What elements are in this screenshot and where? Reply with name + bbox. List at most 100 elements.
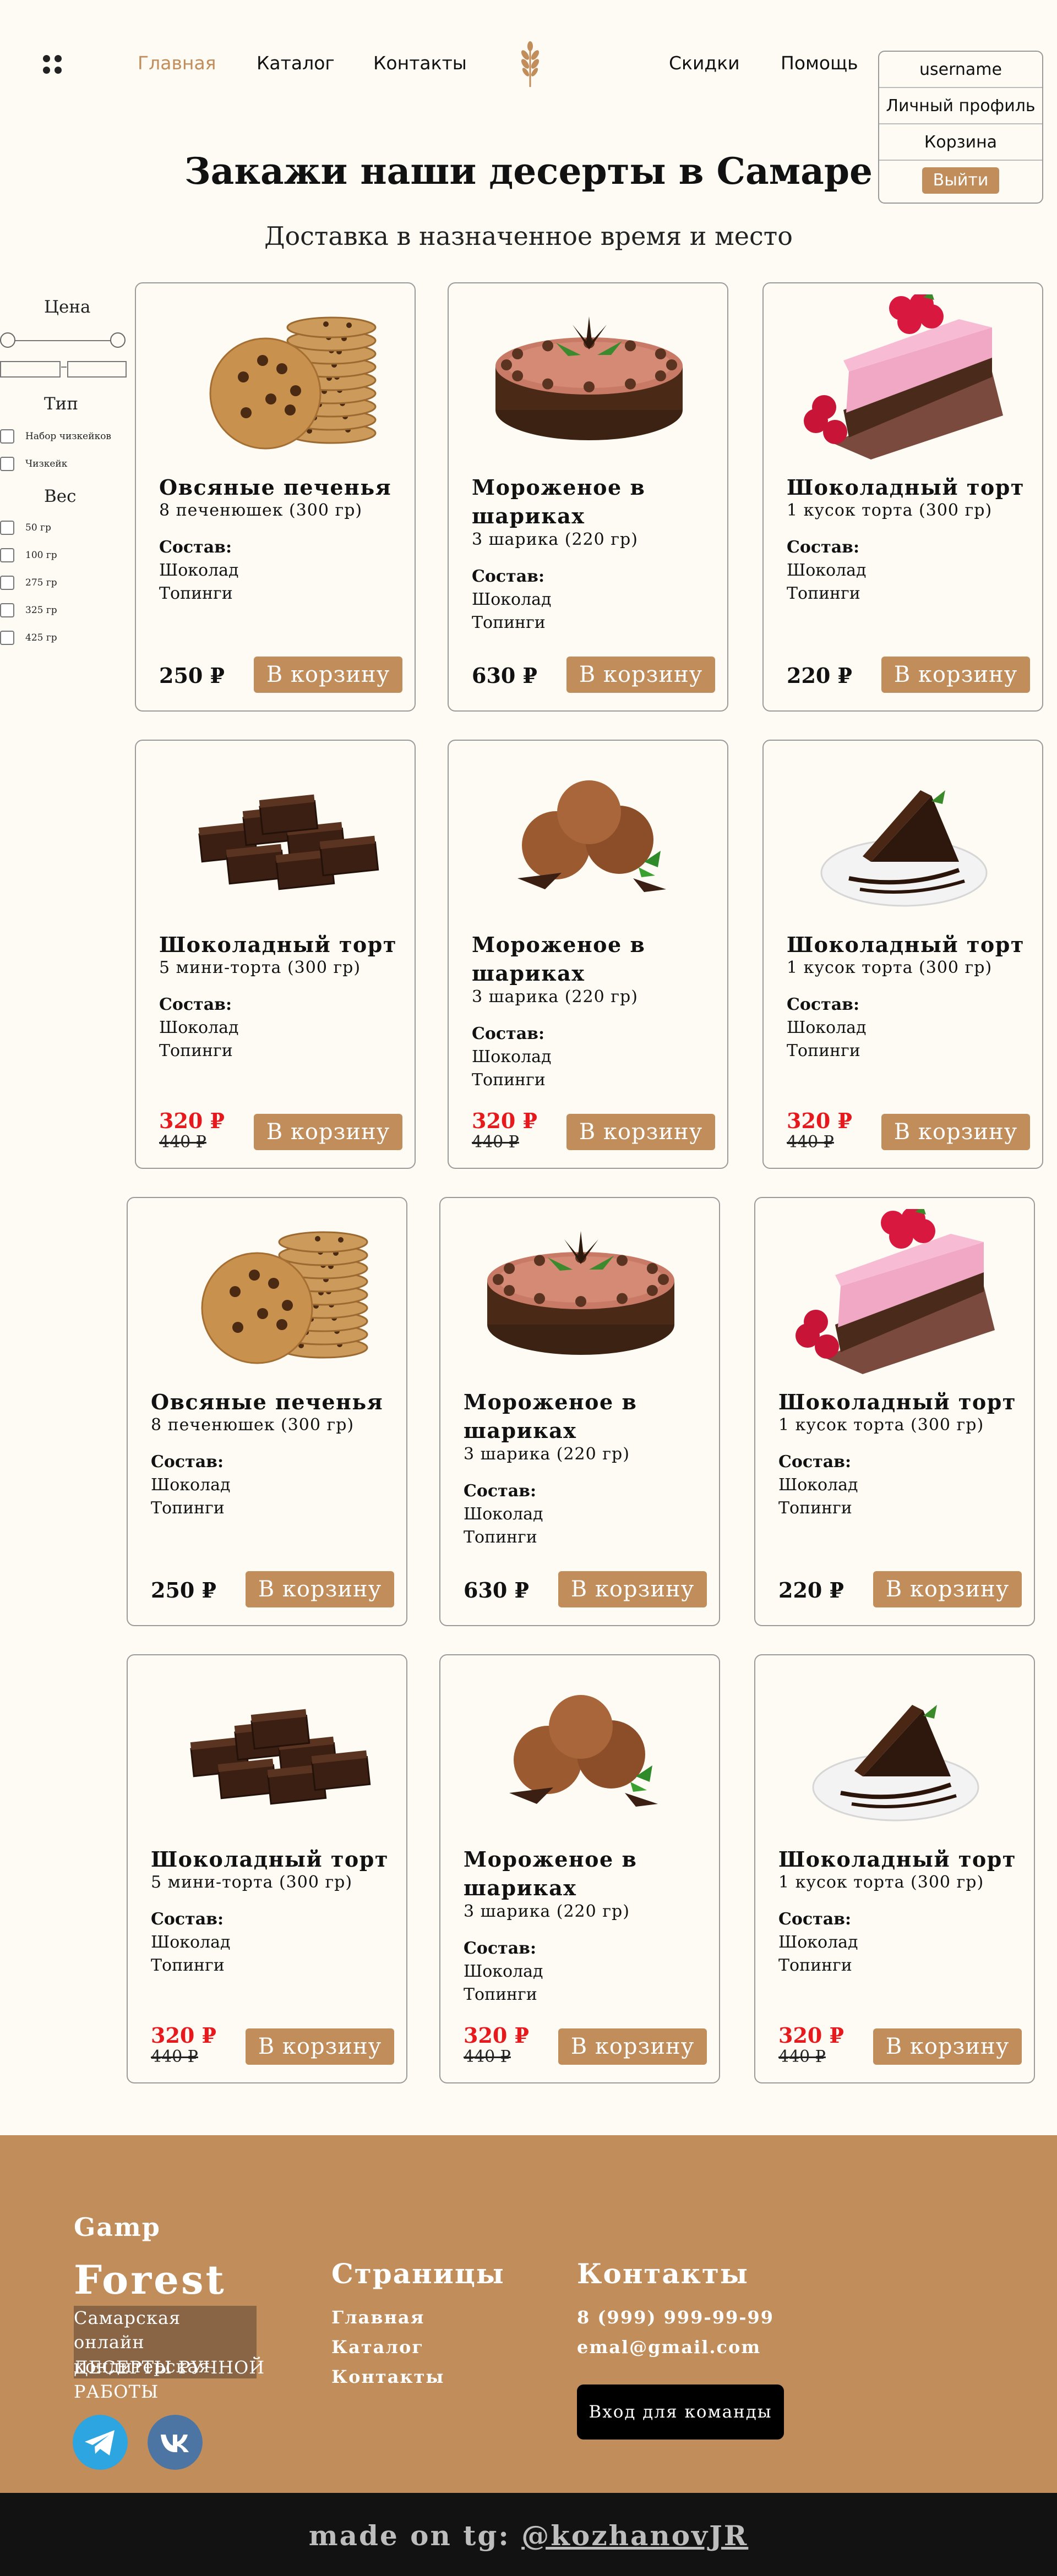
footer-contacts-heading: Контакты (577, 2257, 749, 2290)
round-cake-image (487, 1231, 674, 1355)
weight-checkbox[interactable] (0, 603, 14, 617)
add-to-cart-button[interactable]: В корзину (566, 1114, 715, 1150)
ingredient-item: Шоколад (159, 1018, 239, 1037)
product-old-price: 440 ₽ (472, 1133, 519, 1152)
vk-icon[interactable] (148, 2415, 203, 2470)
price-range-dash (61, 367, 67, 368)
product-card: Шоколадный торт 1 кусок торта (300 гр) Сос… (762, 282, 1043, 712)
product-description: 1 кусок торта (300 гр) (787, 958, 993, 977)
weight-checkbox[interactable] (0, 548, 14, 562)
product-price: 320 ₽ (472, 1108, 537, 1133)
product-old-price: 440 ₽ (778, 2047, 826, 2066)
ingredients-heading: Состав: (778, 1910, 852, 1929)
add-to-cart-button[interactable]: В корзину (246, 2028, 394, 2065)
footer-email[interactable]: emal@gmail.com (577, 2337, 761, 2358)
type-checkbox[interactable] (0, 457, 14, 471)
product-price: 630 ₽ (464, 1578, 529, 1603)
footer-brand-big: Forest (74, 2256, 226, 2303)
nav-contacts[interactable]: Контакты (373, 52, 467, 74)
team-login-button[interactable]: Вход для команды (577, 2384, 784, 2440)
grid-dots-icon[interactable] (43, 55, 63, 75)
price-min-input[interactable] (0, 361, 61, 378)
nav-discounts[interactable]: Скидки (669, 52, 740, 74)
product-name: Шоколадный торт (778, 1847, 1016, 1872)
add-to-cart-button[interactable]: В корзину (566, 657, 715, 693)
choc-slice-image (812, 1705, 979, 1822)
product-card: Шоколадный торт 1 кусок торта (300 гр) Сос… (762, 740, 1043, 1169)
product-description: 5 мини-торта (300 гр) (151, 1873, 353, 1892)
product-description: 3 шарика (220 гр) (472, 530, 638, 549)
nav-home[interactable]: Главная (138, 52, 216, 74)
add-to-cart-button[interactable]: В корзину (881, 1114, 1030, 1150)
footer-pages-heading: Страницы (331, 2257, 505, 2290)
ingredients-heading: Состав: (159, 538, 232, 557)
product-card: Шоколадный торт 5 мини-торта (300 гр) Сост… (127, 1654, 407, 2083)
footer-tagline: ДЕСЕРТЫ РУЧНОЙ РАБОТЫ (74, 2357, 265, 2402)
type-option[interactable]: Набор чизкейков (0, 429, 111, 444)
add-to-cart-button[interactable]: В корзину (558, 2028, 707, 2065)
ingredients-heading: Состав: (787, 995, 860, 1014)
ingredient-item: Шоколад (787, 1018, 867, 1037)
product-card: Шоколадный торт 1 кусок торта (300 гр) Сос… (754, 1197, 1035, 1626)
ingredient-item: Топинги (778, 1956, 852, 1975)
product-name: Шоколадный торт (778, 1390, 1016, 1414)
weight-checkbox[interactable] (0, 631, 14, 645)
add-to-cart-button[interactable]: В корзину (873, 1571, 1022, 1607)
price-slider-max-handle[interactable] (110, 332, 126, 348)
ingredient-item: Топинги (151, 1498, 225, 1518)
profile-link[interactable]: Личный профиль (879, 88, 1042, 124)
price-slider-track[interactable] (8, 340, 118, 341)
add-to-cart-button[interactable]: В корзину (881, 657, 1030, 693)
type-checkbox[interactable] (0, 429, 14, 444)
round-cake-image (495, 316, 683, 440)
price-max-input[interactable] (67, 361, 127, 378)
weight-option[interactable]: 275 гр (0, 576, 57, 590)
ingredient-item: Топинги (787, 1041, 860, 1060)
weight-option[interactable]: 100 гр (0, 548, 57, 562)
ice-cream-image (517, 780, 666, 892)
choc-slice-image (820, 790, 988, 907)
ingredient-item: Шоколад (151, 1933, 231, 1952)
price-slider-min-handle[interactable] (0, 332, 15, 348)
type-option[interactable]: Чизкейк (0, 457, 67, 471)
ingredient-item: Топинги (159, 584, 233, 603)
wheat-icon[interactable] (516, 41, 544, 88)
product-description: 3 шарика (220 гр) (472, 987, 638, 1007)
ingredients-heading: Состав: (159, 995, 232, 1014)
add-to-cart-button[interactable]: В корзину (254, 657, 402, 693)
product-price: 320 ₽ (159, 1108, 225, 1133)
add-to-cart-button[interactable]: В корзину (558, 1571, 707, 1607)
type-option-label: Чизкейк (25, 458, 68, 469)
weight-option-label: 275 гр (25, 577, 57, 588)
footer-link-contacts[interactable]: Контакты (331, 2366, 444, 2387)
product-description: 8 печенюшек (300 гр) (151, 1415, 355, 1435)
product-card: Мороженое в шариках 3 шарика (220 гр) Сост… (448, 740, 728, 1169)
weight-option[interactable]: 425 гр (0, 631, 57, 645)
weight-option[interactable]: 50 гр (0, 521, 51, 535)
ingredient-item: Шоколад (472, 1047, 552, 1067)
nav-catalog[interactable]: Каталог (257, 52, 335, 74)
footer-link-catalog[interactable]: Каталог (331, 2337, 424, 2358)
add-to-cart-button[interactable]: В корзину (873, 2028, 1022, 2065)
ingredient-item: Топинги (472, 613, 546, 632)
footer-link-home[interactable]: Главная (331, 2307, 424, 2328)
footer-phone[interactable]: 8 (999) 999-99-99 (577, 2307, 774, 2328)
product-name: Мороженое в шариках (464, 1847, 638, 1900)
ingredients-heading: Состав: (472, 1024, 545, 1043)
weight-checkbox[interactable] (0, 521, 14, 535)
brownies-image (190, 1709, 371, 1805)
page-subtitle: Доставка в назначенное время и место (264, 221, 793, 251)
weight-option[interactable]: 325 гр (0, 603, 57, 617)
weight-checkbox[interactable] (0, 576, 14, 590)
weight-option-label: 50 гр (25, 522, 51, 533)
telegram-icon[interactable] (73, 2415, 128, 2470)
ingredient-item: Топинги (787, 584, 860, 603)
ice-cream-image (509, 1695, 658, 1807)
product-price: 320 ₽ (787, 1108, 852, 1133)
nav-help[interactable]: Помощь (781, 52, 858, 74)
add-to-cart-button[interactable]: В корзину (246, 1571, 394, 1607)
telegram-handle-link[interactable]: @kozhanovJR (521, 2519, 748, 2552)
footer-brand-small: Gamp (74, 2212, 161, 2242)
add-to-cart-button[interactable]: В корзину (254, 1114, 402, 1150)
made-by-credit: made on tg: @kozhanovJR (0, 2519, 1057, 2552)
